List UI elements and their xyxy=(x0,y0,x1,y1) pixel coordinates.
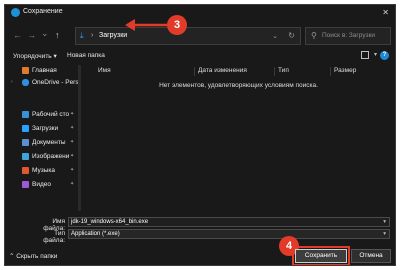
sidebar-item-label: Загрузки xyxy=(32,125,59,132)
refresh-icon[interactable]: ↻ xyxy=(288,31,295,40)
pin-icon: ✦ xyxy=(70,139,75,145)
help-icon[interactable]: ? xyxy=(380,51,389,60)
pin-icon: ✦ xyxy=(70,167,75,173)
column-divider[interactable] xyxy=(194,67,195,76)
new-folder-button[interactable]: Новая папка xyxy=(67,52,105,59)
sidebar-item-label: Видео xyxy=(32,181,51,188)
pin-icon: ✦ xyxy=(70,125,75,131)
save-button[interactable]: Сохранить xyxy=(292,246,350,265)
cancel-button[interactable]: Отмена xyxy=(351,249,391,263)
annotation-arrow-icon xyxy=(125,19,167,31)
sidebar-item-pictures[interactable]: Изображени ✦ xyxy=(9,153,77,164)
sidebar-item-label: Изображени xyxy=(32,153,70,160)
download-icon: ⤓ xyxy=(80,31,84,40)
chevron-down-icon[interactable]: ⌄ xyxy=(272,32,278,40)
chevron-down-icon[interactable]: ▾ xyxy=(383,230,386,238)
filename-field[interactable]: jdk-19_windows-x64_bin.exe ▾ xyxy=(68,217,390,227)
recent-locations-button[interactable]: ⌄ xyxy=(41,28,49,39)
filename-value: jdk-19_windows-x64_bin.exe xyxy=(71,219,149,225)
empty-message: Нет элементов, удовлетворяющих условиям … xyxy=(159,82,318,89)
filetype-value: Application (*.exe) xyxy=(71,231,120,237)
sidebar-item-label: OneDrive - Pers xyxy=(32,79,78,86)
edge-icon xyxy=(11,8,20,17)
download-icon xyxy=(22,125,29,132)
column-header-type[interactable]: Тип xyxy=(278,67,289,74)
sidebar-item-label: Документы xyxy=(32,139,66,146)
title-bar: Сохранение ✕ xyxy=(5,5,395,21)
video-icon xyxy=(22,181,29,188)
up-button[interactable]: ↑ xyxy=(55,30,60,40)
home-icon xyxy=(22,67,29,74)
onedrive-icon xyxy=(22,79,29,86)
navigation-pane: Главная › OneDrive - Pers Рабочий сто ✦ … xyxy=(5,65,78,211)
back-button[interactable]: ← xyxy=(13,30,22,40)
column-header-date[interactable]: Дата изменения xyxy=(198,67,247,74)
close-icon[interactable]: ✕ xyxy=(382,8,389,17)
sidebar-item-label: Музыка xyxy=(32,167,55,174)
file-fields: Имя файла: jdk-19_windows-x64_bin.exe ▾ … xyxy=(5,213,395,244)
sidebar-scrollbar[interactable] xyxy=(78,65,81,211)
sidebar-item-music[interactable]: Музыка ✦ xyxy=(9,167,77,178)
chevron-down-icon[interactable]: ▾ xyxy=(383,218,386,226)
sidebar-item-downloads[interactable]: Загрузки ✦ xyxy=(9,125,77,136)
dialog-footer: ⌃ Скрыть папки 4 Сохранить Отмена xyxy=(5,236,395,265)
sidebar-item-label: Рабочий сто xyxy=(32,111,70,118)
sidebar-item-onedrive[interactable]: › OneDrive - Pers xyxy=(9,79,78,90)
pin-icon: ✦ xyxy=(70,153,75,159)
toolbar: Упорядочить ▾ Новая папка ▾ ? xyxy=(5,50,395,63)
sidebar-item-documents[interactable]: Документы ✦ xyxy=(9,139,77,150)
sidebar-item-video[interactable]: Видео ✦ xyxy=(9,181,77,192)
documents-icon xyxy=(22,139,29,146)
navigation-bar: ← → ⌄ ↑ ⤓ › Загрузки ⌄ ↻ ⚲ Поиск в: Загр… xyxy=(5,25,395,47)
sidebar-item-label: Главная xyxy=(32,67,57,74)
search-icon: ⚲ xyxy=(311,31,317,40)
search-box[interactable]: ⚲ Поиск в: Загрузки xyxy=(305,27,391,45)
column-header-size[interactable]: Размер xyxy=(334,67,356,74)
search-input[interactable]: Поиск в: Загрузки xyxy=(322,32,375,39)
forward-button[interactable]: → xyxy=(27,30,36,40)
column-divider[interactable] xyxy=(330,67,331,76)
view-options-icon[interactable] xyxy=(361,51,369,59)
save-dialog: Сохранение ✕ ← → ⌄ ↑ ⤓ › Загрузки ⌄ ↻ ⚲ … xyxy=(4,4,396,266)
expand-icon[interactable]: › xyxy=(11,79,13,85)
desktop-icon xyxy=(22,111,29,118)
sidebar-item-desktop[interactable]: Рабочий сто ✦ xyxy=(9,111,77,122)
view-chevron-icon[interactable]: ▾ xyxy=(374,51,377,58)
pin-icon: ✦ xyxy=(70,181,75,187)
pin-icon: ✦ xyxy=(70,111,75,117)
column-header-name[interactable]: Имя xyxy=(98,67,111,74)
sidebar-item-home[interactable]: Главная xyxy=(9,67,77,78)
filetype-label: Тип файла: xyxy=(43,230,65,244)
step-3-badge: 3 xyxy=(167,15,187,35)
filetype-select[interactable]: Application (*.exe) ▾ xyxy=(68,229,390,239)
dialog-title: Сохранение xyxy=(23,8,63,15)
file-list: Имя Дата изменения Тип Размер Нет элемен… xyxy=(82,65,395,211)
address-bar[interactable]: ⤓ › Загрузки ⌄ ↻ xyxy=(75,27,301,45)
music-icon xyxy=(22,167,29,174)
column-divider[interactable] xyxy=(274,67,275,76)
organize-button[interactable]: Упорядочить ▾ xyxy=(13,52,57,60)
pictures-icon xyxy=(22,153,29,160)
breadcrumb-downloads[interactable]: Загрузки xyxy=(99,32,127,39)
hide-folders-button[interactable]: ⌃ Скрыть папки xyxy=(9,252,57,260)
breadcrumb-separator: › xyxy=(91,32,94,39)
